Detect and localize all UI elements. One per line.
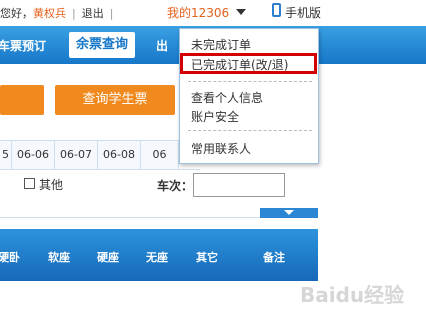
train-number-label: 车次： xyxy=(157,179,194,193)
menu-item-personal-info[interactable]: 查看个人信息 xyxy=(191,89,263,106)
nav-ticket-booking[interactable]: 车票预订 xyxy=(0,37,46,54)
col-hard-sleeper: 硬卧 xyxy=(0,251,20,264)
col-soft-seat: 软座 xyxy=(48,251,70,264)
menu-item-frequent-contacts[interactable]: 常用联系人 xyxy=(191,140,251,157)
col-other: 其它 xyxy=(196,251,218,264)
my12306-menu[interactable]: 我的12306 xyxy=(167,4,229,21)
nav-remaining-tickets[interactable]: 余票查询 xyxy=(69,32,135,58)
menu-item-account-security[interactable]: 账户安全 xyxy=(191,108,239,125)
date-tab[interactable]: 06-06 xyxy=(12,141,55,169)
date-tab[interactable]: 06-07 xyxy=(55,141,98,169)
query-button[interactable] xyxy=(0,85,44,115)
train-number-input[interactable] xyxy=(193,173,285,197)
my12306-dropdown: 未完成订单 已完成订单(改/退) 查看个人信息 账户安全 常用联系人 xyxy=(179,28,319,164)
student-ticket-button[interactable]: 查询学生票 xyxy=(55,85,175,115)
date-strip: 5 06-06 06-07 06-08 06 xyxy=(0,140,200,170)
username-link[interactable]: 黄权兵 xyxy=(33,7,66,20)
highlight-box xyxy=(180,53,317,74)
greeting-text: 您好， xyxy=(0,7,33,20)
divider: | xyxy=(72,7,76,20)
nav-item-partial[interactable]: 出 xyxy=(156,37,168,54)
divider: | xyxy=(109,7,114,20)
logout-link[interactable]: 退出 xyxy=(82,7,104,20)
menu-divider xyxy=(188,130,312,131)
menu-item-unfinished-orders[interactable]: 未完成订单 xyxy=(191,36,251,53)
mobile-version-link[interactable]: 手机版 xyxy=(285,4,321,21)
results-table-header: 硬卧 软座 硬座 无座 其它 备注 xyxy=(0,229,318,281)
date-tab[interactable]: 06-08 xyxy=(98,141,141,169)
top-bar: 您好，黄权兵 | 退出 | 我的12306 手机版 xyxy=(0,0,426,24)
date-tab[interactable]: 06 xyxy=(141,141,179,169)
col-remarks: 备注 xyxy=(263,251,285,264)
col-hard-seat: 硬座 xyxy=(97,251,119,264)
date-tab[interactable]: 5 xyxy=(0,141,12,169)
other-label: 其他 xyxy=(39,178,64,192)
other-checkbox[interactable] xyxy=(24,178,35,189)
col-no-seat: 无座 xyxy=(146,251,168,264)
expand-toggle[interactable] xyxy=(260,208,318,218)
greeting-line: 您好，黄权兵 | 退出 | xyxy=(0,5,119,21)
phone-icon xyxy=(272,3,281,17)
watermark: Baidu经验 xyxy=(300,283,405,307)
menu-divider xyxy=(188,81,312,82)
chevron-down-icon[interactable] xyxy=(236,9,246,15)
